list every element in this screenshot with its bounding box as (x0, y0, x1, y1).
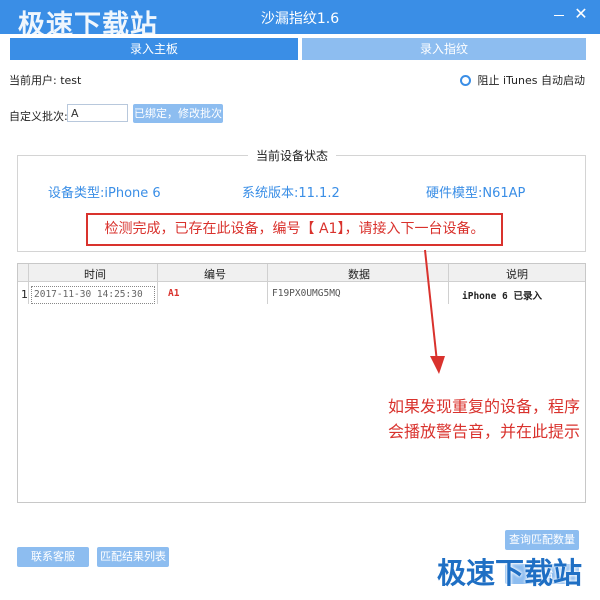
tab-enter-fingerprint[interactable]: 录入指纹 (302, 38, 586, 60)
system-version: 系统版本:11.1.2 (242, 186, 340, 201)
column-header-id[interactable]: 编号 (204, 266, 226, 282)
query-match-count-button[interactable]: 查询匹配数量 (505, 530, 579, 550)
cell-time[interactable]: 2017-11-30 14:25:30 (31, 286, 155, 304)
table-header: 时间 编号 数据 说明 (18, 264, 585, 282)
row-number: 1 (21, 288, 28, 301)
bottom-watermark: 极速下载站 (436, 556, 582, 590)
status-panel-title: 当前设备状态 (248, 147, 337, 164)
radio-icon[interactable] (460, 74, 472, 86)
contact-support-button[interactable]: 联系客服 (17, 547, 89, 567)
column-header-data[interactable]: 数据 (348, 266, 370, 282)
device-type: 设备类型:iPhone 6 (48, 186, 161, 201)
column-header-time[interactable]: 时间 (84, 266, 106, 282)
duplicate-alert: 检测完成，已存在此设备，编号【 A1】，请接入下一台设备。 (86, 213, 503, 246)
close-icon[interactable]: ✕ (572, 5, 590, 23)
cell-data[interactable]: F19PX0UMG5MQ (272, 288, 341, 299)
itunes-option-label: 阻止 iTunes 自动启动 (477, 74, 585, 87)
current-user-label: 当前用户: test (9, 74, 82, 87)
tab-bar: 录入主板 录入指纹 (10, 38, 586, 60)
modify-batch-button[interactable]: 已绑定，修改批次 (133, 104, 223, 123)
annotation-note: 如果发现重复的设备，程序会播放警告音，并在此提示 (388, 397, 581, 441)
itunes-option[interactable]: 阻止 iTunes 自动启动 (460, 72, 585, 88)
minimize-icon[interactable] (552, 8, 566, 22)
batch-label: 自定义批次: (9, 110, 68, 123)
cell-desc[interactable]: iPhone 6 已录入 (462, 288, 542, 302)
batch-input[interactable] (67, 104, 128, 122)
tab-enter-mainboard[interactable]: 录入主板 (10, 38, 298, 60)
records-table: 时间 编号 数据 说明 1 2017-11-30 14:25:30 A1 F19… (17, 263, 586, 503)
window-title: 沙漏指纹1.6 (260, 11, 340, 27)
column-header-desc[interactable]: 说明 (506, 266, 528, 282)
title-bar: 极速下载站 沙漏指纹1.6 ✕ (0, 0, 600, 41)
cell-id[interactable]: A1 (168, 288, 179, 299)
hardware-model: 硬件模型:N61AP (426, 186, 526, 201)
match-results-list-button[interactable]: 匹配结果列表 (97, 547, 169, 567)
table-row[interactable]: 1 2017-11-30 14:25:30 A1 F19PX0UMG5MQ iP… (18, 286, 585, 304)
